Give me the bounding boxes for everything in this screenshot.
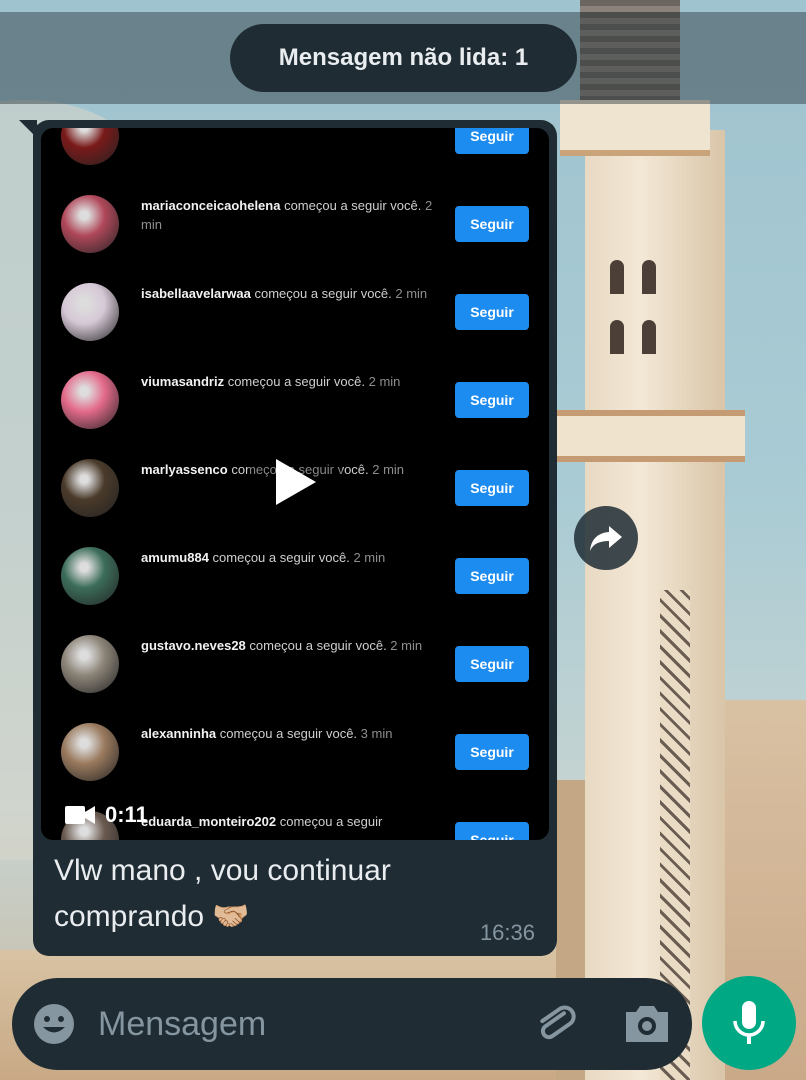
follow-button: Seguir — [455, 646, 529, 682]
forward-icon — [590, 526, 622, 551]
unread-messages-badge: Mensagem não lida: 1 — [230, 24, 577, 92]
mic-icon — [733, 1001, 765, 1044]
incoming-message-bubble[interactable]: paulamelo887 começou a seguir você. 55 s… — [19, 120, 557, 956]
notification-row: gustavo.neves28 começou a seguir você. 2… — [41, 620, 549, 708]
notification-text: isabellaavelarwaa começou a seguir você.… — [141, 286, 428, 301]
avatar — [61, 635, 119, 693]
follow-button: Seguir — [455, 734, 529, 770]
unread-label: Mensagem não lida: 1 — [278, 44, 529, 71]
message-timestamp: 16:36 — [479, 920, 535, 945]
duration-label: 0:11 — [105, 802, 148, 827]
camera-icon — [626, 1006, 668, 1042]
message-composer[interactable]: Mensagem — [12, 978, 692, 1070]
notification-text: gustavo.neves28 começou a seguir você. 2… — [141, 638, 423, 653]
notification-text: alexanninha começou a seguir você. 3 min — [141, 726, 393, 741]
notification-row: alexanninha começou a seguir você. 3 min… — [41, 708, 549, 796]
follow-button: Seguir — [455, 382, 529, 418]
forward-button[interactable] — [574, 506, 638, 570]
notification-text: amumu884 começou a seguir você. 2 min — [141, 550, 386, 565]
notification-row: amumu884 começou a seguir você. 2 min Seg… — [41, 532, 549, 620]
avatar — [61, 283, 119, 341]
follow-button: Seguir — [455, 470, 529, 506]
notification-text: eduarda_monteiro202 começou a seguir — [141, 814, 383, 829]
play-icon[interactable] — [246, 433, 344, 531]
notification-row: viumasandriz começou a seguir você. 2 mi… — [41, 356, 549, 444]
follow-button: Seguir — [455, 206, 529, 242]
emoji-icon — [34, 1004, 74, 1044]
avatar — [61, 371, 119, 429]
avatar — [61, 723, 119, 781]
follow-button: Seguir — [455, 822, 529, 840]
follow-button: Seguir — [455, 558, 529, 594]
attach-button[interactable] — [532, 1000, 580, 1048]
avatar — [61, 195, 119, 253]
avatar — [61, 128, 119, 165]
notification-row: mariaconceicaohelena começou a seguir vo… — [41, 180, 549, 268]
video-thumbnail[interactable]: paulamelo887 começou a seguir você. 55 s… — [41, 128, 549, 840]
notification-row: isabellaavelarwaa começou a seguir você.… — [41, 268, 549, 356]
emoji-button[interactable] — [32, 1002, 76, 1046]
camera-button[interactable] — [622, 1002, 672, 1046]
avatar — [61, 459, 119, 517]
avatar — [61, 547, 119, 605]
follow-button: Seguir — [455, 294, 529, 330]
follow-button: Seguir — [455, 128, 529, 154]
notification-text: mariaconceicaohelena começou a seguir vo… — [141, 198, 433, 232]
notification-row: paulamelo887 começou a seguir você. 55 s… — [41, 128, 549, 180]
video-camera-icon — [65, 806, 95, 824]
video-duration: 0:11 — [65, 802, 148, 828]
message-input[interactable]: Mensagem — [98, 1002, 266, 1046]
notification-text: viumasandriz começou a seguir você. 2 mi… — [141, 374, 401, 389]
paperclip-icon — [540, 1005, 576, 1040]
voice-message-button[interactable] — [702, 976, 796, 1070]
message-text: Vlw mano , vou continuar comprando 🤝🏼 — [54, 854, 391, 933]
